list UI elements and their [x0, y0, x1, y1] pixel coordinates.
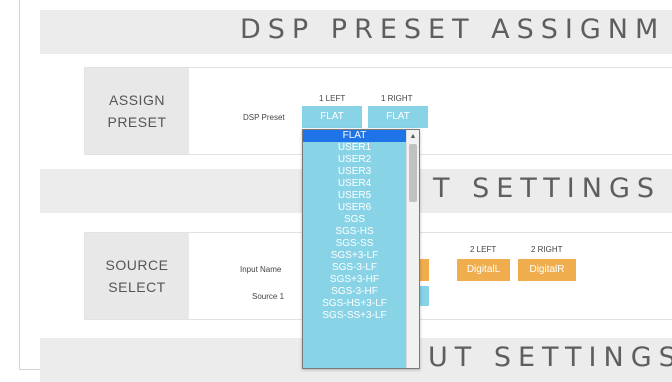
dropdown-option[interactable]: USER4	[303, 178, 406, 190]
preset-select-1-left[interactable]: FLAT	[302, 106, 362, 128]
source-select-label-line1: SOURCE	[105, 257, 169, 273]
dropdown-option[interactable]: SGS+3-LF	[303, 250, 406, 262]
dropdown-option[interactable]: SGS-3-HF	[303, 286, 406, 298]
input-settings-section-title: T SETTINGS	[433, 173, 662, 204]
source-select-label-line2: SELECT	[108, 279, 166, 295]
dsp-preset-dropdown-list[interactable]: FLAT USER1 USER2 USER3 USER4 USER5 USER6…	[302, 129, 420, 369]
dsp-preset-section-header: DSP PRESET ASSIGNM	[40, 10, 672, 54]
dropdown-option[interactable]: SGS-SS+3-LF	[303, 310, 406, 322]
preset-select-1-right[interactable]: FLAT	[368, 106, 428, 128]
scrollbar-thumb[interactable]	[409, 144, 417, 202]
dropdown-option[interactable]: SGS-HS+3-LF	[303, 298, 406, 310]
dropdown-option[interactable]: SGS-SS	[303, 238, 406, 250]
dsp-preset-section-title: DSP PRESET ASSIGNM	[240, 14, 666, 45]
dropdown-options: FLAT USER1 USER2 USER3 USER4 USER5 USER6…	[303, 130, 406, 322]
assign-preset-label: ASSIGN PRESET	[85, 68, 189, 154]
output-settings-section-title: UT SETTINGS	[428, 342, 672, 373]
source-button-2-left[interactable]: DigitalL	[457, 259, 510, 281]
dropdown-option[interactable]: SGS-HS	[303, 226, 406, 238]
dropdown-option[interactable]: FLAT	[303, 130, 406, 142]
input-name-label: Input Name	[240, 265, 282, 274]
dropdown-option[interactable]: USER1	[303, 142, 406, 154]
channel-2-left-header: 2 LEFT	[470, 245, 497, 254]
source-select-label: SOURCE SELECT	[85, 233, 189, 319]
dropdown-option[interactable]: SGS+3-HF	[303, 274, 406, 286]
channel-2-right-header: 2 RIGHT	[531, 245, 563, 254]
dropdown-option[interactable]: SGS-3-LF	[303, 262, 406, 274]
channel-1-left-header: 1 LEFT	[319, 94, 346, 103]
dropdown-option[interactable]: USER2	[303, 154, 406, 166]
source-1-label: Source 1	[252, 292, 285, 301]
dropdown-option[interactable]: USER3	[303, 166, 406, 178]
dropdown-option[interactable]: USER6	[303, 202, 406, 214]
scroll-up-arrow-icon[interactable]: ▲	[408, 132, 418, 142]
dropdown-scrollbar[interactable]: ▲	[406, 130, 419, 368]
dropdown-option[interactable]: SGS	[303, 214, 406, 226]
dsp-preset-row-label: DSP Preset	[243, 113, 285, 122]
dropdown-option[interactable]: USER5	[303, 190, 406, 202]
assign-preset-label-line2: PRESET	[107, 114, 167, 130]
assign-preset-label-line1: ASSIGN	[109, 92, 165, 108]
source-button-2-right[interactable]: DigitalR	[518, 259, 576, 281]
channel-1-right-header: 1 RIGHT	[381, 94, 413, 103]
